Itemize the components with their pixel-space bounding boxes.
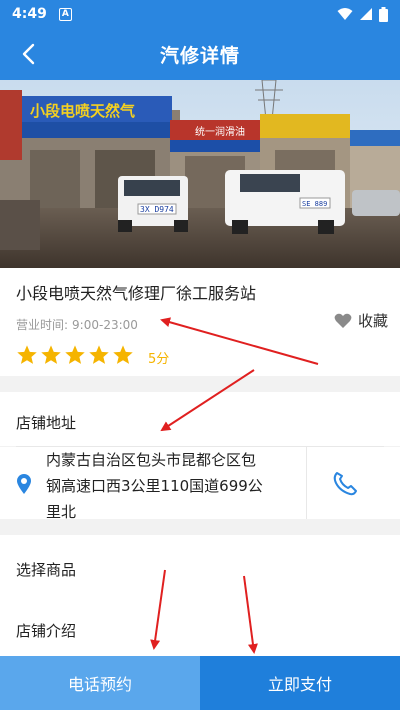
- vertical-divider: [306, 447, 307, 519]
- shop-sign-text: 小段电喷天然气: [30, 102, 135, 120]
- address-section-label: 店铺地址: [16, 414, 77, 432]
- bottom-action-bar: 电话预约 立即支付: [0, 656, 400, 710]
- status-bar: 4:49 A: [0, 0, 400, 28]
- phone-call-icon[interactable]: [330, 469, 358, 497]
- signal-icon: [360, 8, 372, 20]
- shop-name: 小段电喷天然气修理厂徐工服务站: [16, 284, 257, 303]
- select-goods-label: 选择商品: [16, 561, 77, 579]
- address-text: 内蒙古自治区包头市昆都仑区包 钢高速口西3公里110国道699公 里北: [46, 447, 270, 525]
- heart-icon: [334, 313, 352, 328]
- business-hours: 营业时间: 9:00-23:00: [16, 316, 138, 333]
- address-section-header: 店铺地址: [0, 392, 400, 446]
- star-icon: [17, 345, 37, 364]
- address-line: 钢高速口西3公里110国道699公: [46, 477, 263, 495]
- status-time: 4:49: [12, 6, 47, 22]
- select-goods-row[interactable]: 选择商品: [0, 535, 400, 605]
- shop-info-card: 小段电喷天然气修理厂徐工服务站 营业时间: 9:00-23:00 收藏 5分: [0, 268, 400, 376]
- back-button[interactable]: [14, 40, 42, 68]
- license-plate-text: 3X D974: [140, 205, 174, 214]
- license-plate-text: SE 889: [302, 200, 327, 208]
- app-bar: 汽修详情: [0, 28, 400, 80]
- star-icon: [113, 345, 133, 364]
- star-icon: [89, 345, 109, 364]
- chevron-left-icon: [22, 43, 35, 65]
- address-line: 里北: [46, 503, 77, 521]
- battery-icon: [379, 6, 388, 22]
- wifi-icon: [337, 8, 353, 20]
- pay-now-button[interactable]: 立即支付: [200, 656, 400, 710]
- hours-value: 9:00-23:00: [72, 318, 138, 332]
- location-pin-icon: [17, 474, 31, 494]
- address-row: 内蒙古自治区包头市昆都仑区包 钢高速口西3公里110国道699公 里北: [0, 447, 400, 521]
- rating-stars: [16, 344, 134, 366]
- address-line: 内蒙古自治区包头市昆都仑区包: [46, 451, 257, 469]
- notification-a-icon: A: [58, 7, 72, 21]
- favorite-label: 收藏: [357, 312, 388, 330]
- favorite-button[interactable]: 收藏: [334, 310, 388, 331]
- page-title: 汽修详情: [159, 44, 240, 67]
- star-icon: [65, 345, 85, 364]
- oil-sign-text: 统一润滑油: [195, 125, 245, 138]
- hours-label: 营业时间:: [16, 318, 69, 332]
- shop-intro-label: 店铺介绍: [16, 622, 77, 640]
- star-icon: [41, 345, 61, 364]
- rating-score: 5分: [148, 352, 170, 367]
- shop-photo: 小段电喷天然气 统一润滑油 3X D974 SE 889: [0, 80, 400, 268]
- phone-booking-button[interactable]: 电话预约: [0, 656, 200, 710]
- shop-intro-section: 店铺介绍: [0, 604, 400, 656]
